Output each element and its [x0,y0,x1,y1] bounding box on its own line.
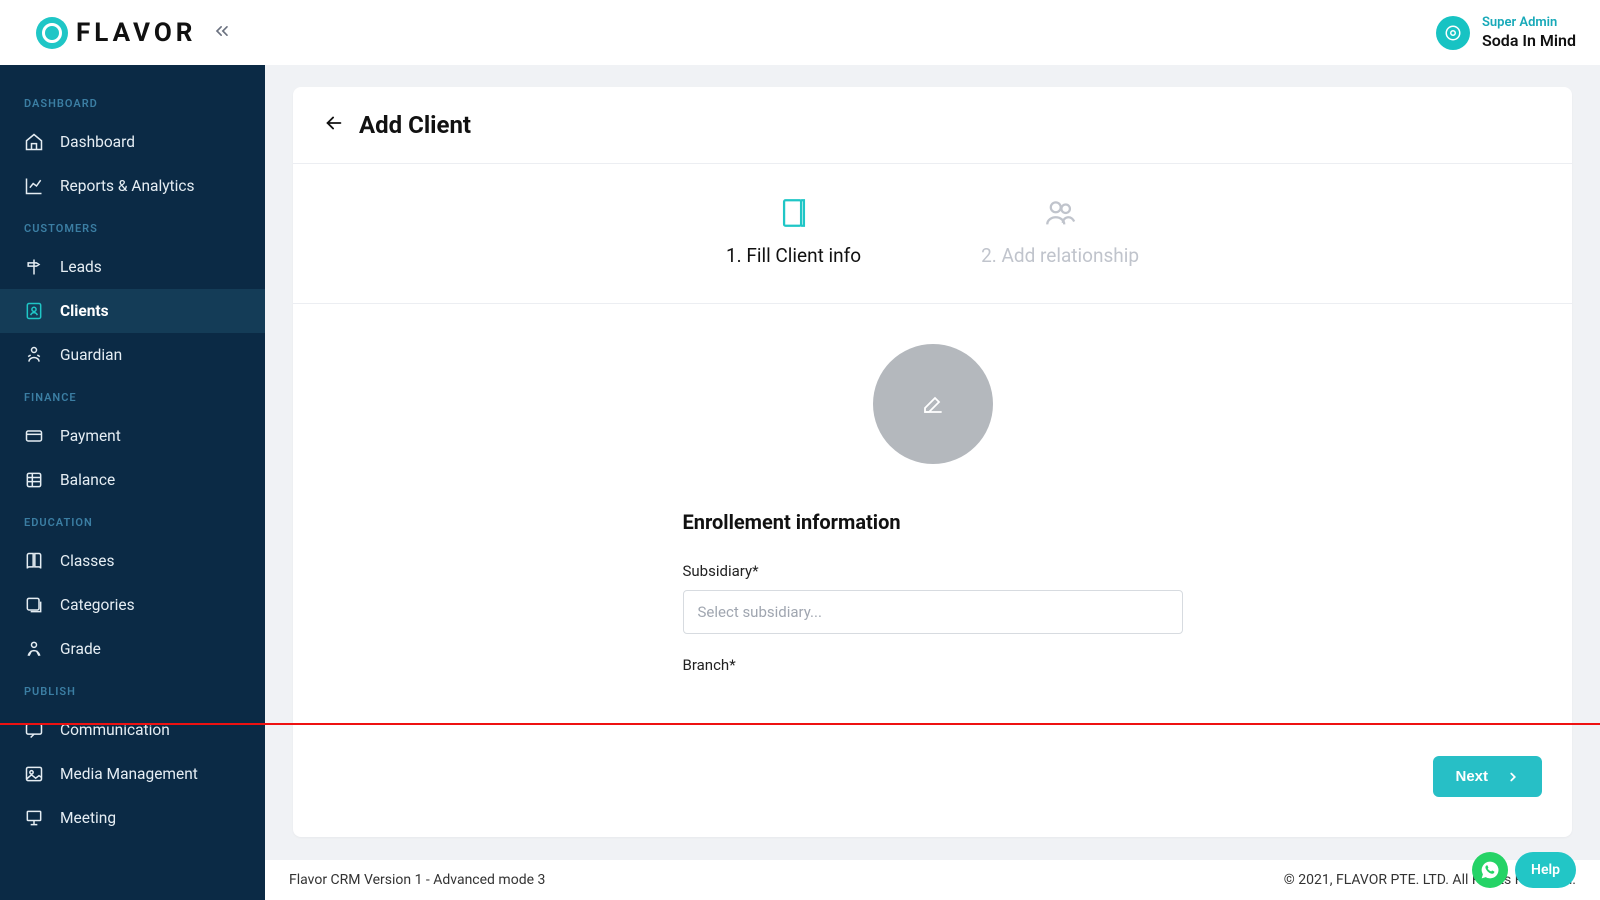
footer-version: Flavor CRM Version 1 - Advanced mode 3 [289,872,545,888]
step-relationship[interactable]: 2. Add relationship [981,196,1139,267]
signpost-icon [24,257,44,277]
sidebar-item-label: Clients [60,302,109,320]
field-label: Subsidiary* [683,562,1183,580]
user-role: Super Admin [1482,15,1576,31]
image-icon [24,764,44,784]
brand[interactable]: FLAVOR [36,17,196,49]
chevrons-left-icon [212,21,232,41]
grade-icon [24,639,44,659]
step-label: 1. Fill Client info [726,244,861,267]
sidebar-item-communication[interactable]: Communication [0,708,265,752]
step-label: 2. Add relationship [981,244,1139,267]
sidebar-item-label: Classes [60,552,115,570]
user-menu[interactable]: Super Admin Soda In Mind [1436,15,1576,50]
help-button[interactable]: Help [1515,852,1576,888]
sidebar-item-balance[interactable]: Balance [0,458,265,502]
sidebar-item-label: Media Management [60,765,198,783]
field-branch: Branch* [683,656,1183,674]
spreadsheet-icon [24,470,44,490]
sidebar-item-guardian[interactable]: Guardian [0,333,265,377]
sidebar-item-dashboard[interactable]: Dashboard [0,120,265,164]
sidebar-item-label: Dashboard [60,133,135,151]
sidebar-section-customers: CUSTOMERS [0,208,265,245]
chart-icon [24,176,44,196]
card-header: Add Client [293,87,1572,164]
contact-icon [24,301,44,321]
form: Enrollement information Subsidiary* Sele… [683,304,1183,696]
sidebar-item-label: Guardian [60,346,122,364]
credit-card-icon [24,426,44,446]
book-icon [24,551,44,571]
whatsapp-button[interactable] [1472,852,1508,888]
sidebar-item-reports[interactable]: Reports & Analytics [0,164,265,208]
next-button-label: Next [1455,768,1488,785]
user-name: Soda In Mind [1482,31,1576,50]
sidebar-item-meeting[interactable]: Meeting [0,796,265,840]
divider-line [0,723,1600,725]
sidebar: DASHBOARD Dashboard Reports & Analytics … [0,65,265,900]
sidebar-section-education: EDUCATION [0,502,265,539]
field-label: Branch* [683,656,1183,674]
step-client-info[interactable]: 1. Fill Client info [726,196,861,267]
guardian-icon [24,345,44,365]
field-subsidiary: Subsidiary* Select subsidiary... [683,562,1183,634]
sidebar-item-label: Leads [60,258,102,276]
stepper: 1. Fill Client info 2. Add relationship [293,164,1572,304]
page-title: Add Client [359,111,471,139]
sidebar-section-publish: PUBLISH [0,671,265,708]
users-icon [1043,196,1077,230]
stack-icon [24,595,44,615]
brand-mark-icon [36,17,68,49]
sidebar-item-label: Grade [60,640,101,658]
arrow-left-icon [323,112,345,134]
sidebar-item-grade[interactable]: Grade [0,627,265,671]
main-content: Add Client 1. Fill Client info 2. Add re… [265,65,1600,860]
sidebar-item-payment[interactable]: Payment [0,414,265,458]
sidebar-item-label: Reports & Analytics [60,177,195,195]
brand-name: FLAVOR [76,18,196,48]
presentation-icon [24,808,44,828]
next-button[interactable]: Next [1433,756,1542,797]
sidebar-item-label: Payment [60,427,121,445]
edit-icon [921,392,945,416]
sidebar-item-clients[interactable]: Clients [0,289,265,333]
sidebar-item-label: Categories [60,596,135,614]
topbar: FLAVOR Super Admin Soda In Mind [0,0,1600,65]
sidebar-item-categories[interactable]: Categories [0,583,265,627]
sidebar-section-dashboard: DASHBOARD [0,83,265,120]
footer: Flavor CRM Version 1 - Advanced mode 3 ©… [265,860,1600,900]
sidebar-item-media[interactable]: Media Management [0,752,265,796]
sidebar-section-finance: FINANCE [0,377,265,414]
sidebar-item-label: Meeting [60,809,116,827]
form-icon [777,196,811,230]
whatsapp-icon [1480,860,1500,880]
section-title: Enrollement information [683,510,1183,534]
subsidiary-select[interactable]: Select subsidiary... [683,590,1183,634]
back-button[interactable] [323,112,345,138]
sidebar-item-classes[interactable]: Classes [0,539,265,583]
sidebar-item-leads[interactable]: Leads [0,245,265,289]
home-icon [24,132,44,152]
card-footer: Next [293,736,1572,837]
sidebar-collapse-button[interactable] [212,21,232,45]
chevron-right-icon [1506,770,1520,784]
avatar-icon [1436,16,1470,50]
avatar-upload[interactable] [873,344,993,464]
sidebar-item-label: Balance [60,471,115,489]
